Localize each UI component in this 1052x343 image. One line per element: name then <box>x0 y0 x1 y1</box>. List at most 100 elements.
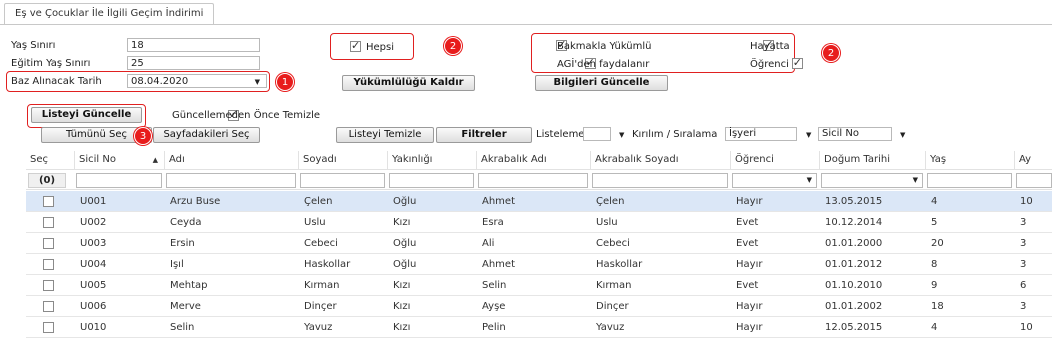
baz-tarih-select[interactable]: 08.04.2020 ▼ <box>127 74 267 88</box>
cell-sicil: U010 <box>80 322 107 333</box>
bakmakla-label: Bakmakla Yükümlü <box>557 41 652 52</box>
cell-adi: Işıl <box>170 259 184 270</box>
listeyi-temizle-button[interactable]: Listeyi Temizle <box>336 127 434 143</box>
filter-yas[interactable] <box>927 173 1012 188</box>
table-row[interactable]: U010 Selin Yavuz Kızı Pelin Yavuz Hayır 12.05.2… <box>26 317 1052 338</box>
table-row[interactable]: U006 Merve Dinçer Kızı Ayşe Dinçer Hayır 01.01.… <box>26 296 1052 317</box>
cell-ay: 3 <box>1020 301 1027 312</box>
cell-akr-adi: Ahmet <box>482 259 515 270</box>
chevron-down-icon[interactable]: ▼ <box>900 131 905 139</box>
listeleme-select[interactable] <box>583 127 611 141</box>
badge-2b: 2 <box>822 44 840 62</box>
cell-akr-soyadi: Haskollar <box>596 259 643 270</box>
sicil-select[interactable]: Sicil No <box>818 127 892 141</box>
cell-akr-adi: Ali <box>482 238 495 249</box>
row-checkbox[interactable] <box>43 280 54 291</box>
cell-ay: 3 <box>1020 238 1027 249</box>
tab-es-cocuklar[interactable]: Eş ve Çocuklar İle İlgili Geçim İndirimi <box>4 3 215 25</box>
table-row[interactable]: U002 Ceyda Uslu Kızı Esra Uslu Evet 10.12.2014 5… <box>26 212 1052 233</box>
table-row[interactable]: U005 Mehtap Kırman Kızı Selin Kırman Evet 01.10… <box>26 275 1052 296</box>
col-sicil-no[interactable]: Sicil No ▲ <box>74 151 162 169</box>
bilgileri-guncelle-button[interactable]: Bilgileri Güncelle <box>535 75 668 91</box>
row-checkbox[interactable] <box>43 238 54 249</box>
filter-akrabalik-adi[interactable] <box>478 173 588 188</box>
row-checkbox[interactable] <box>43 196 54 207</box>
cell-ogrenci: Evet <box>736 280 759 291</box>
yas-siniri-input[interactable]: 18 <box>127 38 260 52</box>
col-sec[interactable]: Seç <box>26 151 66 169</box>
cell-akr-soyadi: Çelen <box>596 196 625 207</box>
ogrenci-label: Öğrenci <box>750 59 789 70</box>
cell-soyadi: Kırman <box>304 280 340 291</box>
sort-asc-icon: ▲ <box>152 156 158 164</box>
col-soyadi[interactable]: Soyadı <box>298 151 387 169</box>
cell-dogum: 01.01.2012 <box>825 259 883 270</box>
row-checkbox[interactable] <box>43 301 54 312</box>
col-yakinlik[interactable]: Yakınlığı <box>387 151 476 169</box>
filter-yakinlik[interactable] <box>389 173 474 188</box>
cell-yas: 20 <box>931 238 944 249</box>
table-row[interactable]: U003 Ersin Cebeci Oğlu Ali Cebeci Evet 01.01.20… <box>26 233 1052 254</box>
cell-adi: Selin <box>170 322 195 333</box>
row-checkbox[interactable] <box>43 259 54 270</box>
filtreler-button[interactable]: Filtreler <box>436 127 532 143</box>
cell-ogrenci: Hayır <box>736 301 763 312</box>
cell-sicil: U001 <box>80 196 107 207</box>
cell-sicil: U005 <box>80 280 107 291</box>
cell-ay: 3 <box>1020 217 1027 228</box>
cell-dogum: 12.05.2015 <box>825 322 883 333</box>
col-adi[interactable]: Adı <box>164 151 298 169</box>
filter-ay[interactable] <box>1016 173 1052 188</box>
col-sicil-no-label: Sicil No <box>79 154 116 165</box>
cell-dogum: 01.10.2010 <box>825 280 883 291</box>
col-ogrenci[interactable]: Öğrenci <box>730 151 819 169</box>
row-checkbox[interactable] <box>43 217 54 228</box>
chevron-down-icon[interactable]: ▼ <box>806 131 811 139</box>
listeyi-guncelle-button[interactable]: Listeyi Güncelle <box>31 107 142 123</box>
cell-ay: 10 <box>1020 196 1033 207</box>
cell-akr-adi: Esra <box>482 217 504 228</box>
baz-tarih-value: 08.04.2020 <box>131 76 189 87</box>
col-dogum-tarihi[interactable]: Doğum Tarihi <box>819 151 925 169</box>
yukumlulugu-kaldir-button[interactable]: Yükümlülüğü Kaldır <box>342 75 475 91</box>
col-akrabalik-soyadi[interactable]: Akrabalık Soyadı <box>590 151 730 169</box>
filter-adi[interactable] <box>166 173 296 188</box>
cell-yas: 9 <box>931 280 938 291</box>
col-yas[interactable]: Yaş <box>925 151 1014 169</box>
sayfadakileri-sec-button[interactable]: Sayfadakileri Seç <box>153 127 260 143</box>
cell-soyadi: Uslu <box>304 217 326 228</box>
cell-soyadi: Dinçer <box>304 301 337 312</box>
table-row[interactable]: U004 Işıl Haskollar Oğlu Ahmet Haskollar Hayır… <box>26 254 1052 275</box>
col-ay[interactable]: Ay <box>1014 151 1052 169</box>
cell-yas: 18 <box>931 301 944 312</box>
hayatta-label: Hayatta <box>750 41 790 52</box>
selected-count: (0) <box>28 173 66 188</box>
egitim-yas-input[interactable]: 25 <box>127 56 260 70</box>
filter-sicil-no[interactable] <box>76 173 162 188</box>
cell-ay: 3 <box>1020 259 1027 270</box>
filter-ogrenci[interactable]: ▼ <box>732 173 817 188</box>
table-row[interactable]: U001 Arzu Buse Çelen Oğlu Ahmet Çelen Hayır 13.… <box>26 191 1052 212</box>
col-akrabalik-adi[interactable]: Akrabalık Adı <box>476 151 590 169</box>
cell-yas: 4 <box>931 196 938 207</box>
cell-ogrenci: Hayır <box>736 196 763 207</box>
filter-akrabalik-soyadi[interactable] <box>592 173 728 188</box>
kirilim-select[interactable]: İşyeri <box>725 127 797 141</box>
cell-dogum: 13.05.2015 <box>825 196 883 207</box>
cell-adi: Mehtap <box>170 280 208 291</box>
cell-soyadi: Çelen <box>304 196 333 207</box>
cell-yakinlik: Oğlu <box>393 238 417 249</box>
row-checkbox[interactable] <box>43 322 54 333</box>
cell-ogrenci: Hayır <box>736 322 763 333</box>
cell-yakinlik: Kızı <box>393 280 411 291</box>
cell-yas: 8 <box>931 259 938 270</box>
cell-akr-adi: Ayşe <box>482 301 506 312</box>
chevron-down-icon[interactable]: ▼ <box>619 131 624 139</box>
cell-dogum: 01.01.2002 <box>825 301 883 312</box>
hepsi-checkbox[interactable] <box>350 39 361 52</box>
cell-soyadi: Cebeci <box>304 238 338 249</box>
ogrenci-checkbox[interactable] <box>791 56 803 69</box>
filter-dogum-tarihi[interactable]: ▼ <box>821 173 923 188</box>
baz-tarih-label: Baz Alınacak Tarih <box>11 76 102 87</box>
filter-soyadi[interactable] <box>300 173 385 188</box>
